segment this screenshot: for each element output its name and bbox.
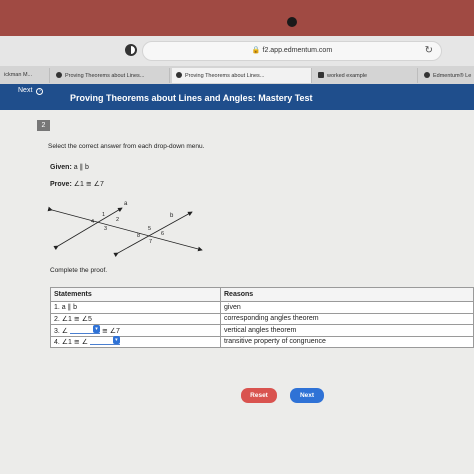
table-row: 2. ∠1 ≅ ∠5 corresponding angles theorem bbox=[50, 312, 474, 325]
test-nav-bar: Next › Proving Theorems about Lines and A… bbox=[0, 84, 474, 110]
prove-statement: Prove: ∠1 ≅ ∠7 bbox=[50, 180, 104, 188]
given-value: a ∥ b bbox=[73, 164, 89, 171]
chevron-down-icon[interactable]: ▾ bbox=[112, 336, 120, 345]
url-text: 🔒 f2.app.edmentum.com bbox=[251, 47, 333, 54]
reason-cell: given bbox=[220, 301, 474, 314]
tab-0[interactable]: ickman M... bbox=[0, 68, 50, 83]
edmentum-icon bbox=[424, 72, 430, 78]
statement-prefix: 4. ∠1 ≅ ∠ bbox=[54, 339, 88, 347]
angle-label-7: 7 bbox=[149, 239, 152, 245]
reason-cell: vertical angles theorem bbox=[220, 324, 474, 337]
tab-label: ickman M... bbox=[4, 72, 33, 78]
address-field[interactable]: 🔒 f2.app.edmentum.com ↻ bbox=[142, 41, 442, 61]
angle-label-3: 3 bbox=[104, 226, 107, 232]
nav-next-button[interactable]: Next › bbox=[18, 87, 44, 95]
tab-label: Proving Theorems about Lines... bbox=[185, 73, 265, 79]
privacy-shield-icon[interactable] bbox=[125, 44, 137, 56]
line-label-b: b bbox=[170, 213, 174, 219]
tab-4[interactable]: Edmentum® Le bbox=[420, 68, 474, 83]
reset-button[interactable]: Reset bbox=[241, 388, 277, 403]
angle-dropdown-row3[interactable]: ▾ bbox=[70, 324, 101, 334]
reload-icon[interactable]: ↻ bbox=[425, 45, 433, 56]
nav-next-label: Next bbox=[18, 87, 33, 94]
angle-label-5: 5 bbox=[148, 226, 151, 232]
table-row: 4. ∠1 ≅ ∠ ▾ transitive property of congr… bbox=[50, 335, 474, 348]
next-button[interactable]: Next bbox=[290, 388, 324, 403]
table-row: 1. a ∥ b given bbox=[50, 301, 474, 314]
edmentum-icon bbox=[56, 72, 62, 78]
table-row: 3. ∠ ▾ ≅ ∠7 vertical angles theorem bbox=[50, 324, 474, 337]
angle-label-8: 8 bbox=[137, 233, 140, 239]
reason-cell: corresponding angles theorem bbox=[220, 312, 474, 325]
statement-cell: 2. ∠1 ≅ ∠5 bbox=[50, 312, 221, 325]
given-statement: Given: a ∥ b bbox=[50, 163, 89, 171]
edmentum-icon bbox=[176, 72, 182, 78]
statements-header: Statements bbox=[50, 287, 221, 302]
chevron-down-icon[interactable]: ▾ bbox=[93, 324, 101, 333]
camera-icon bbox=[287, 17, 297, 27]
statement-cell: 4. ∠1 ≅ ∠ ▾ bbox=[50, 335, 221, 348]
angle-dropdown-row4[interactable]: ▾ bbox=[89, 336, 120, 346]
complete-proof-text: Complete the proof. bbox=[50, 267, 108, 274]
question-number: 2 bbox=[37, 120, 50, 131]
question-panel: 2 Select the correct answer from each dr… bbox=[0, 110, 474, 474]
tab-label: worked example bbox=[327, 73, 368, 79]
table-header-row: Statements Reasons bbox=[50, 287, 474, 302]
line-b bbox=[113, 211, 193, 258]
tab-label: Edmentum® Le bbox=[433, 73, 472, 79]
angle-label-1: 1 bbox=[102, 212, 105, 218]
browser-url-bar: 🔒 f2.app.edmentum.com ↻ bbox=[0, 36, 474, 66]
angle-label-2: 2 bbox=[116, 217, 119, 223]
doc-icon bbox=[318, 72, 324, 78]
tab-label: Proving Theorems about Lines... bbox=[65, 73, 145, 79]
angle-label-6: 6 bbox=[161, 231, 164, 237]
tab-3[interactable]: worked example bbox=[314, 68, 418, 83]
tab-2-active[interactable]: Proving Theorems about Lines... bbox=[172, 68, 312, 83]
line-label-a: a bbox=[124, 201, 128, 207]
statement-cell: 3. ∠ ▾ ≅ ∠7 bbox=[50, 324, 221, 337]
reasons-header: Reasons bbox=[220, 287, 474, 302]
tab-1[interactable]: Proving Theorems about Lines... bbox=[52, 68, 170, 83]
proof-table: Statements Reasons 1. a ∥ b given 2. ∠1 … bbox=[50, 287, 474, 348]
given-label: Given: bbox=[50, 164, 72, 171]
arrow-right-icon: › bbox=[36, 88, 44, 95]
transversal bbox=[47, 206, 203, 252]
page-title: Proving Theorems about Lines and Angles:… bbox=[70, 93, 313, 103]
statement-prefix: 3. ∠ bbox=[54, 327, 69, 335]
reason-cell: transitive property of congruence bbox=[220, 335, 474, 348]
angle-label-4: 4 bbox=[91, 219, 94, 225]
parallel-lines-diagram: a b 1 2 3 4 5 6 7 8 bbox=[47, 201, 203, 258]
line-a bbox=[53, 207, 123, 251]
prove-label: Prove: bbox=[50, 181, 72, 188]
statement-suffix: ≅ ∠7 bbox=[101, 327, 120, 335]
browser-tab-bar: ickman M... Proving Theorems about Lines… bbox=[0, 66, 474, 84]
prove-value: ∠1 ≅ ∠7 bbox=[73, 181, 104, 188]
statement-cell: 1. a ∥ b bbox=[50, 301, 221, 314]
device-bezel bbox=[0, 0, 474, 36]
instruction-text: Select the correct answer from each drop… bbox=[48, 143, 205, 150]
